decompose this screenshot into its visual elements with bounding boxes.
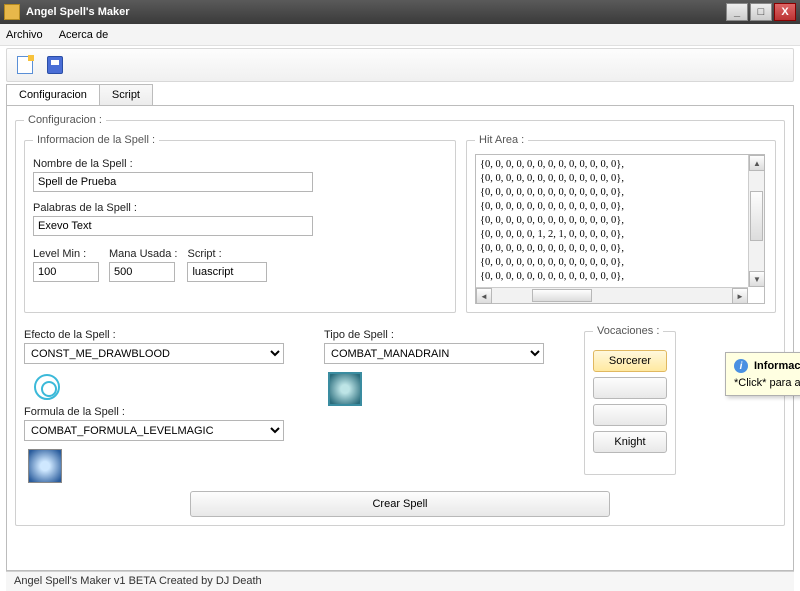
horizontal-scrollbar[interactable]: ◄ ► <box>476 287 748 303</box>
label-formula: Formula de la Spell : <box>24 406 304 418</box>
group-info: Informacion de la Spell : Nombre de la S… <box>24 134 456 313</box>
tab-panel: Configuracion : Informacion de la Spell … <box>6 105 794 571</box>
tab-script[interactable]: Script <box>99 84 153 105</box>
formula-preview-icon <box>28 449 62 483</box>
close-button[interactable]: X <box>774 3 796 21</box>
label-name: Nombre de la Spell : <box>33 158 447 170</box>
input-words[interactable] <box>33 216 313 236</box>
scroll-up-icon[interactable]: ▲ <box>749 155 765 171</box>
legend-configuracion: Configuracion : <box>24 114 106 126</box>
voc-sorcerer-button[interactable]: Sorcerer <box>593 350 667 372</box>
effect-preview-icon <box>34 374 60 400</box>
group-configuracion: Configuracion : Informacion de la Spell … <box>15 114 785 526</box>
select-effect[interactable]: CONST_ME_DRAWBLOOD <box>24 343 284 364</box>
vertical-scrollbar[interactable]: ▲ ▼ <box>748 155 764 287</box>
type-preview-icon <box>328 372 362 406</box>
app-icon <box>4 4 20 20</box>
scroll-left-icon[interactable]: ◄ <box>476 288 492 304</box>
create-spell-button[interactable]: Crear Spell <box>190 491 610 517</box>
hitarea-content[interactable]: {0, 0, 0, 0, 0, 0, 0, 0, 0, 0, 0, 0, 0},… <box>476 155 764 303</box>
legend-hitarea: Hit Area : <box>475 134 528 146</box>
scroll-right-icon[interactable]: ► <box>732 288 748 304</box>
save-icon[interactable] <box>47 56 63 74</box>
select-type[interactable]: COMBAT_MANADRAIN <box>324 343 544 364</box>
label-levelmin: Level Min : <box>33 248 99 260</box>
window-title: Angel Spell's Maker <box>26 6 724 18</box>
status-bar: Angel Spell's Maker v1 BETA Created by D… <box>6 571 794 591</box>
label-script: Script : <box>187 248 267 260</box>
titlebar: Angel Spell's Maker _ □ X <box>0 0 800 24</box>
input-mana[interactable] <box>109 262 175 282</box>
maximize-button[interactable]: □ <box>750 3 772 21</box>
voc-knight-button[interactable]: Knight <box>593 431 667 453</box>
toolbar <box>6 48 794 82</box>
scroll-down-icon[interactable]: ▼ <box>749 271 765 287</box>
label-mana: Mana Usada : <box>109 248 177 260</box>
input-script[interactable] <box>187 262 267 282</box>
label-effect: Efecto de la Spell : <box>24 329 304 341</box>
info-icon: i <box>734 359 748 373</box>
legend-info: Informacion de la Spell : <box>33 134 159 146</box>
label-words: Palabras de la Spell : <box>33 202 447 214</box>
tab-configuracion[interactable]: Configuracion <box>6 84 100 105</box>
minimize-button[interactable]: _ <box>726 3 748 21</box>
new-icon[interactable] <box>17 56 33 74</box>
hitarea-box: {0, 0, 0, 0, 0, 0, 0, 0, 0, 0, 0, 0, 0},… <box>475 154 765 304</box>
tabstrip: Configuracion Script <box>6 84 794 105</box>
select-formula[interactable]: COMBAT_FORMULA_LEVELMAGIC <box>24 420 284 441</box>
tooltip: i Información *Click* para añadir la voc… <box>725 352 800 396</box>
tooltip-body: *Click* para añadir la vocacion de Sorce… <box>734 377 800 389</box>
legend-voc: Vocaciones : <box>593 325 663 337</box>
group-vocaciones: Vocaciones : Sorcerer Knight <box>584 325 676 475</box>
voc-hidden-button-2[interactable] <box>593 404 667 426</box>
input-levelmin[interactable] <box>33 262 99 282</box>
input-name[interactable] <box>33 172 313 192</box>
group-hitarea: Hit Area : {0, 0, 0, 0, 0, 0, 0, 0, 0, 0… <box>466 134 776 313</box>
tooltip-title: Información <box>754 360 800 372</box>
menu-about[interactable]: Acerca de <box>59 29 109 41</box>
label-type: Tipo de Spell : <box>324 329 564 341</box>
voc-hidden-button-1[interactable] <box>593 377 667 399</box>
menu-file[interactable]: Archivo <box>6 29 43 41</box>
menubar: Archivo Acerca de <box>0 24 800 46</box>
